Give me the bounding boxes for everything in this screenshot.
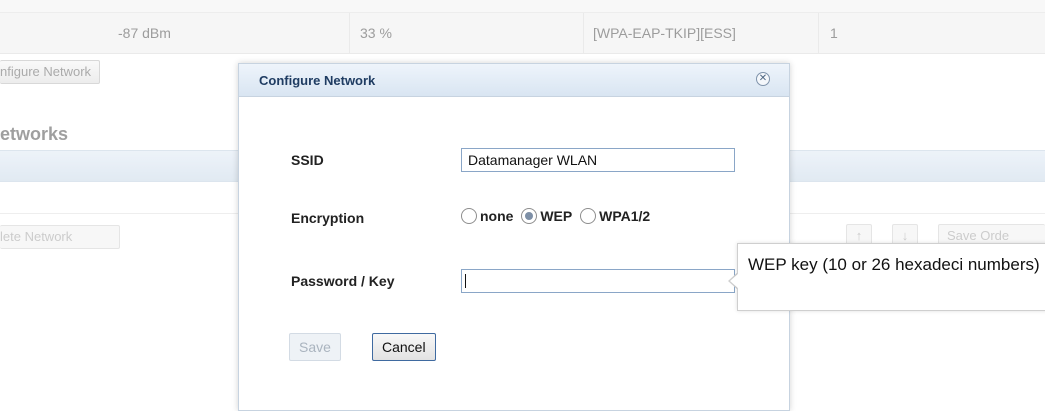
password-hint-tooltip: WEP key (10 or 26 hexadeci numbers) (737, 243, 1045, 311)
save-button[interactable]: Save (289, 333, 341, 361)
dialog-header: Configure Network ✕ (239, 64, 789, 97)
ssid-input[interactable] (461, 148, 735, 172)
close-icon[interactable]: ✕ (756, 72, 770, 86)
dialog-title: Configure Network (259, 73, 376, 88)
password-label: Password / Key (291, 273, 395, 289)
encryption-label: Encryption (291, 210, 365, 226)
encryption-wpa-radio[interactable] (580, 208, 597, 225)
ssid-label: SSID (291, 152, 324, 168)
cancel-button[interactable]: Cancel (372, 333, 436, 361)
encryption-wep-radio[interactable] (521, 208, 538, 225)
encryption-radio-group: none WEP WPA1/2 (461, 207, 654, 225)
configure-network-dialog: Configure Network ✕ SSID Encryption none… (238, 63, 790, 411)
encryption-wpa-label: WPA1/2 (599, 208, 651, 225)
encryption-wep-label: WEP (540, 208, 573, 225)
text-caret (465, 274, 466, 288)
encryption-none-radio[interactable] (461, 208, 477, 225)
encryption-none-label: none (480, 208, 514, 225)
tooltip-text: WEP key (10 or 26 hexadeci numbers) (748, 255, 1040, 274)
password-input[interactable] (461, 269, 735, 293)
tooltip-arrow-inner (730, 273, 739, 289)
